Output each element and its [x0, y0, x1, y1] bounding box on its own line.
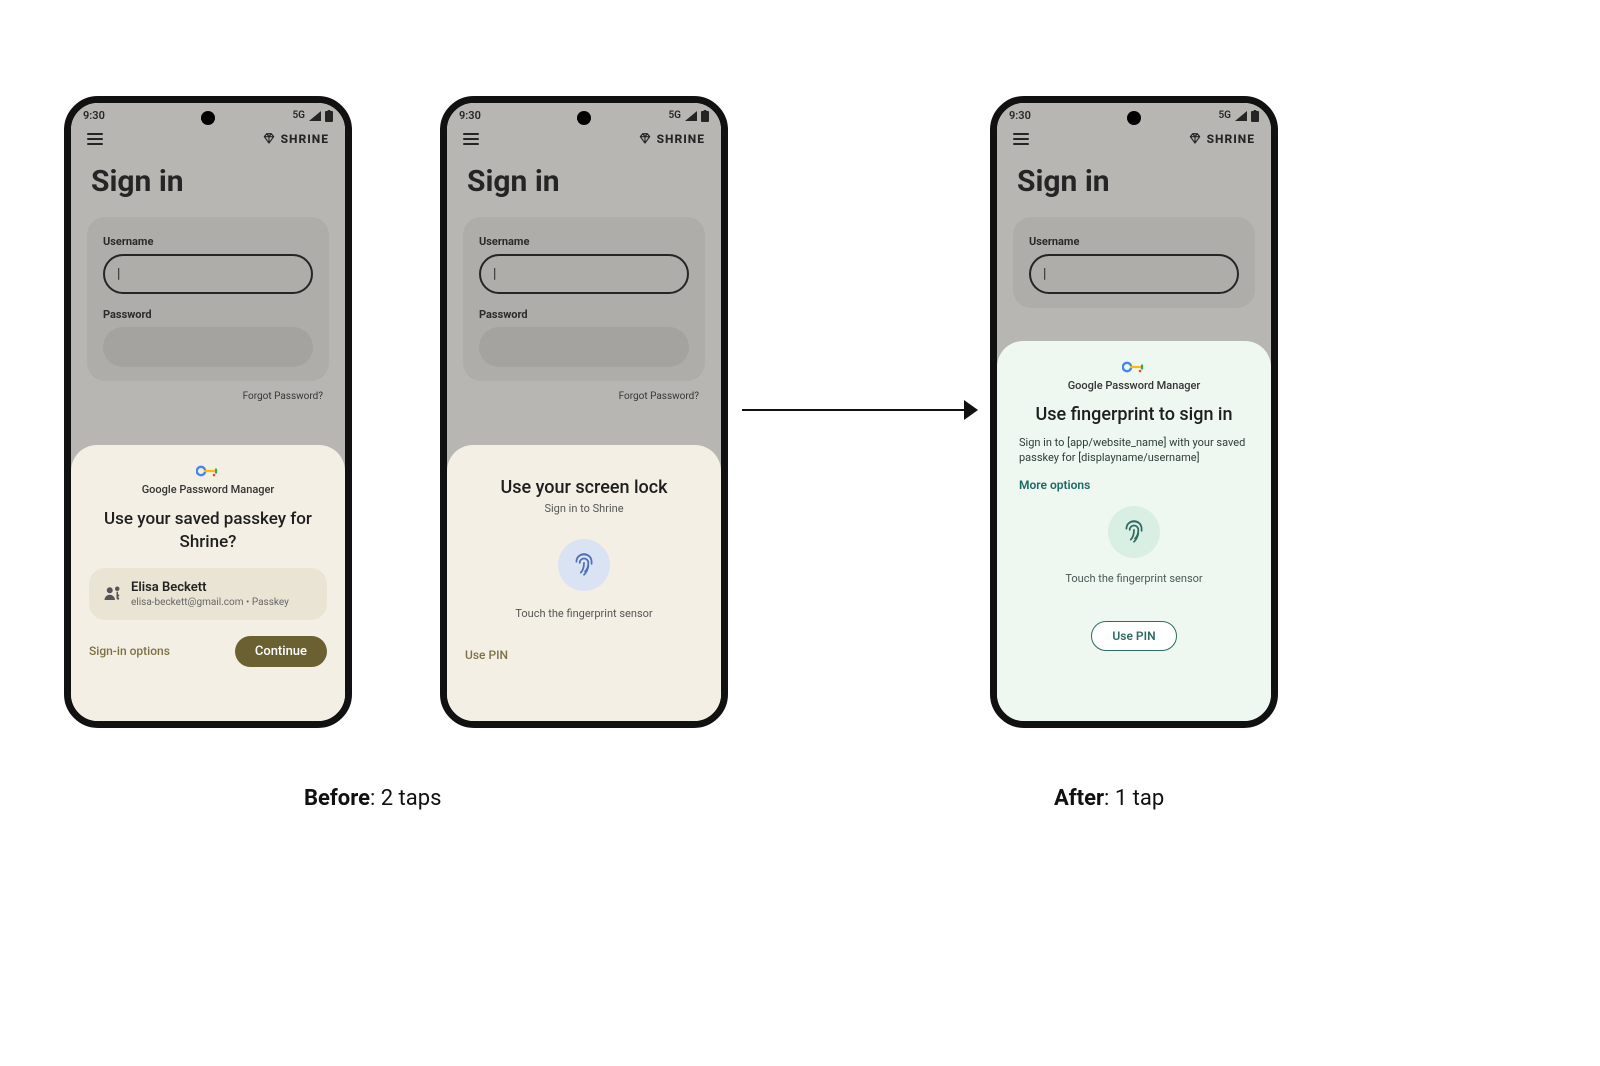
gpm-label: Google Password Manager [1015, 379, 1253, 392]
phone-frame-2: 9:30 5G SHRINE Sign in Username | Passwo… [440, 96, 728, 728]
bottom-sheet: Google Password Manager Use your saved p… [71, 445, 345, 721]
caption-before-rest: : 2 taps [370, 786, 441, 811]
caption-before: Before: 2 taps [304, 786, 441, 811]
more-options-link[interactable]: More options [1019, 478, 1249, 492]
account-name: Elisa Beckett [131, 580, 289, 595]
use-pin-link[interactable]: Use PIN [465, 648, 703, 662]
arrow [742, 400, 978, 420]
gpm-logo-icon [89, 463, 327, 479]
camera-cutout-icon [1127, 111, 1141, 125]
phone-frame-1: 9:30 5G SHRINE Sign in Username | Passwo… [64, 96, 352, 728]
arrow-shaft [742, 409, 968, 411]
arrow-head-icon [964, 400, 978, 420]
fingerprint-sensor[interactable] [558, 539, 610, 591]
sheet-title: Use your screen lock [475, 477, 693, 498]
fingerprint-sensor[interactable] [1108, 506, 1160, 558]
caption-after-bold: After [1054, 786, 1104, 811]
passkey-icon [103, 585, 121, 603]
fingerprint-caption: Touch the fingerprint sensor [465, 607, 703, 620]
sheet-subtitle: Sign in to Shrine [465, 502, 703, 515]
camera-cutout-icon [577, 111, 591, 125]
gpm-label: Google Password Manager [89, 483, 327, 496]
use-pin-button[interactable]: Use PIN [1091, 621, 1176, 651]
sheet-title: Use your saved passkey for Shrine? [99, 508, 317, 554]
fingerprint-icon [571, 552, 597, 578]
fingerprint-caption: Touch the fingerprint sensor [1015, 572, 1253, 585]
sheet-subtitle: Sign in to [app/website_name] with your … [1019, 435, 1249, 466]
gpm-logo-icon [1015, 359, 1253, 375]
signin-options-link[interactable]: Sign-in options [89, 644, 170, 658]
account-card[interactable]: Elisa Beckett elisa-beckett@gmail.com • … [89, 568, 327, 620]
bottom-sheet: Use your screen lock Sign in to Shrine T… [447, 445, 721, 721]
bottom-sheet: Google Password Manager Use fingerprint … [997, 341, 1271, 721]
account-sub: elisa-beckett@gmail.com • Passkey [131, 597, 289, 608]
camera-cutout-icon [201, 111, 215, 125]
fingerprint-icon [1121, 519, 1147, 545]
caption-after: After: 1 tap [1054, 786, 1164, 811]
phone-frame-3: 9:30 5G SHRINE Sign in Username | [990, 96, 1278, 728]
caption-before-bold: Before [304, 786, 370, 811]
continue-button[interactable]: Continue [235, 636, 327, 667]
caption-after-rest: : 1 tap [1104, 786, 1164, 811]
sheet-title: Use fingerprint to sign in [1023, 404, 1245, 425]
